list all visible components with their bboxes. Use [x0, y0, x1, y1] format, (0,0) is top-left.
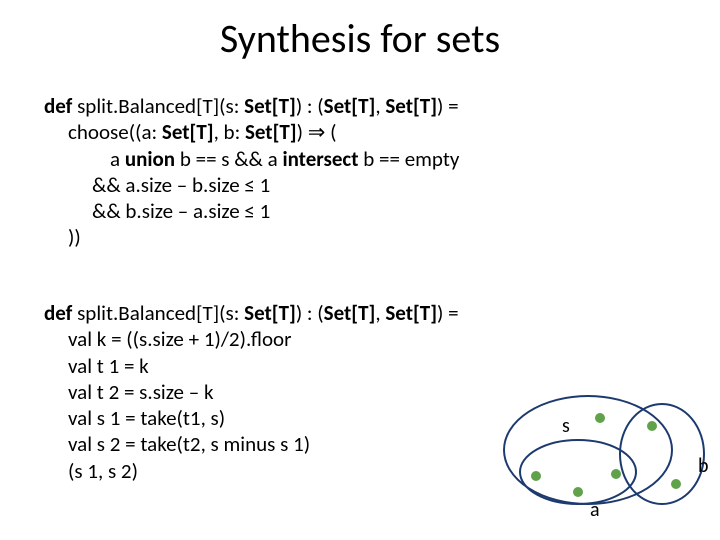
- spec-line-4: && a.size – b.size ≤ 1: [44, 172, 459, 198]
- slide-title: Synthesis for sets: [0, 14, 720, 63]
- spec-block: def split.Balanced[T](s: Set[T]) : (Set[…: [44, 93, 459, 251]
- impl-line-4: val t 2 = s.size – k: [44, 379, 459, 405]
- dot: [671, 479, 681, 489]
- spec-line-2: choose((a: Set[T], b: Set[T]) ⇒ (: [44, 119, 459, 145]
- ellipse-s: [504, 396, 672, 504]
- ellipse-b: [620, 404, 704, 504]
- impl-signature: def split.Balanced[T](s: Set[T]) : (Set[…: [44, 300, 459, 326]
- dot: [531, 471, 541, 481]
- dot: [611, 469, 621, 479]
- impl-block: def split.Balanced[T](s: Set[T]) : (Set[…: [44, 300, 459, 484]
- spec-line-3: a union b == s && a intersect b == empty: [44, 146, 459, 172]
- impl-line-3: val t 1 = k: [44, 353, 459, 379]
- spec-signature: def split.Balanced[T](s: Set[T]) : (Set[…: [44, 93, 459, 119]
- impl-line-7: (s 1, s 2): [44, 458, 459, 484]
- dot: [573, 487, 583, 497]
- dot: [595, 413, 605, 423]
- kw-def: def: [44, 93, 72, 119]
- spec-line-5: && b.size – a.size ≤ 1: [44, 198, 459, 224]
- diagram-svg: [494, 380, 710, 530]
- label-a: a: [590, 498, 600, 522]
- impl-line-6: val s 2 = take(t2, s minus s 1): [44, 431, 459, 457]
- impl-line-2: val k = ((s.size + 1)/2).floor: [44, 326, 459, 352]
- impl-line-5: val s 1 = take(t1, s): [44, 405, 459, 431]
- slide: Synthesis for sets def split.Balanced[T]…: [0, 0, 720, 540]
- label-s: s: [562, 414, 570, 438]
- set-diagram: s a b: [494, 380, 710, 530]
- label-b: b: [698, 454, 709, 478]
- kw-def-2: def: [44, 300, 72, 326]
- dot: [647, 421, 657, 431]
- spec-line-6: )): [44, 224, 459, 250]
